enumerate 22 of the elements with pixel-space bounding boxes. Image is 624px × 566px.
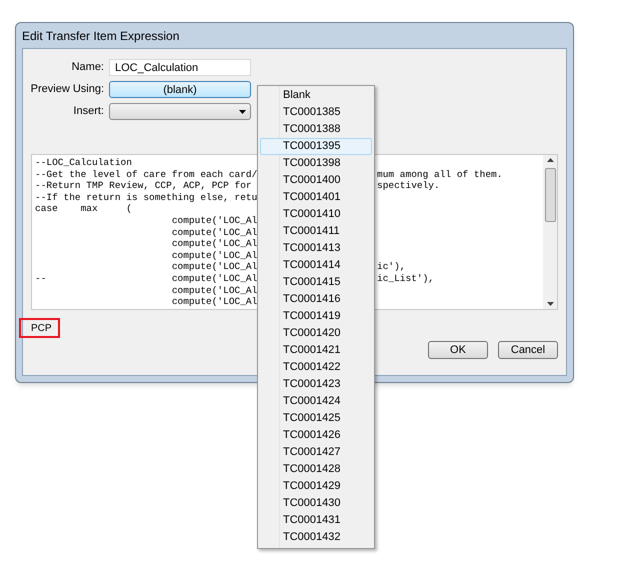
code-line: --If the return is something else, retu bbox=[35, 192, 258, 203]
code-line: ic_List'), bbox=[377, 272, 434, 285]
preview-label: Preview Using: bbox=[30, 82, 105, 98]
code-line: compute('LOC_Al bbox=[170, 214, 258, 226]
code-line: compute('LOC_Al bbox=[170, 226, 258, 238]
name-label: Name: bbox=[70, 60, 105, 76]
code-line: ic'), bbox=[377, 261, 406, 273]
window-title: Edit Transfer Item Expression bbox=[22, 28, 180, 44]
code-line: compute('LOC_Al bbox=[170, 250, 258, 261]
code-line: -- compute('LOC_Al bbox=[35, 272, 258, 284]
insert-label: Insert: bbox=[72, 104, 105, 120]
code-line: --Get the level of care from each card/ bbox=[35, 168, 258, 180]
code-line: compute('LOC_Al bbox=[170, 238, 258, 250]
code-line: case max ( bbox=[35, 203, 132, 214]
result-text: PCP bbox=[19, 318, 60, 338]
code-line: compute('LOC_Al bbox=[170, 261, 258, 272]
code-line: compute('LOC_Al bbox=[170, 296, 258, 308]
code-line: spectively. bbox=[377, 180, 440, 192]
code-line: --LOC_Calculation bbox=[35, 157, 132, 168]
code-line: --Return TMP Review, CCP, ACP, PCP for bbox=[35, 180, 252, 192]
code-line: mum among all of them. bbox=[377, 168, 502, 180]
code-line: compute('LOC_Al bbox=[170, 284, 258, 296]
